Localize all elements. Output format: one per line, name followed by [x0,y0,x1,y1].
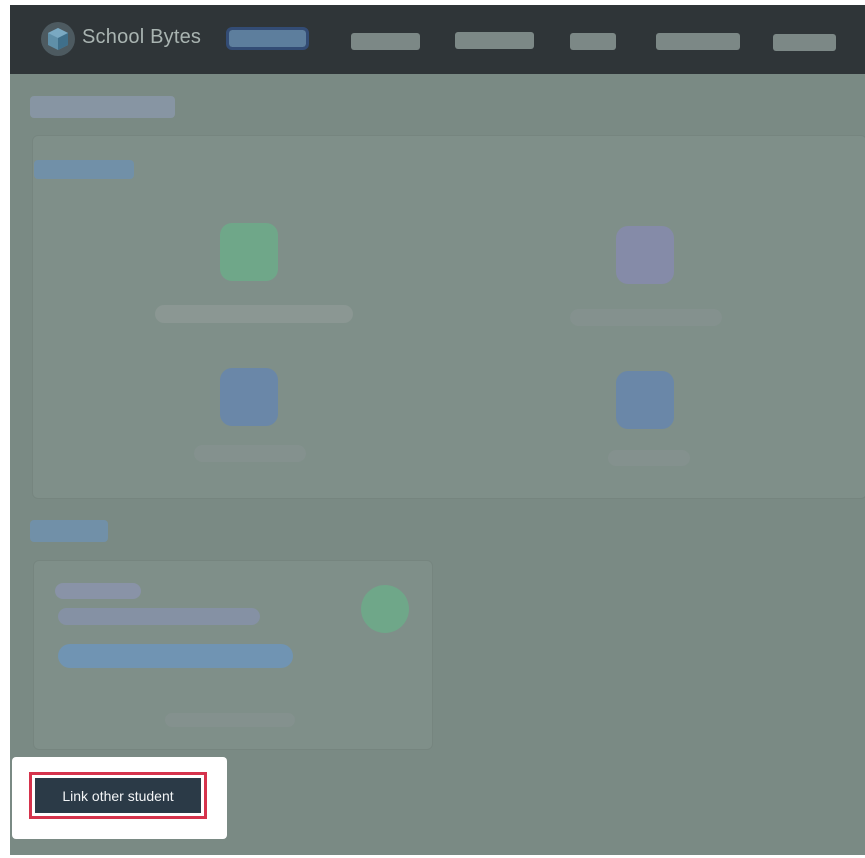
link-student-popup: Link other student [12,757,227,839]
brand-name: School Bytes [82,26,202,48]
nav-item-6[interactable] [773,34,836,51]
app-tile-blue-2[interactable] [616,371,674,429]
student-detail [58,608,260,625]
app-window: School Bytes Link other student [10,5,865,855]
app-tile-purple[interactable] [616,226,674,284]
app-tile-blue-1[interactable] [220,368,278,426]
student-footer-link[interactable] [165,713,295,727]
student-status-dot [361,585,409,633]
student-action-button[interactable] [58,644,293,668]
top-navbar: School Bytes [10,5,865,74]
nav-item-4[interactable] [570,33,616,50]
app-tile-green[interactable] [220,223,278,281]
nav-item-3[interactable] [455,32,534,49]
apps-section-title [34,160,134,179]
link-other-student-button[interactable]: Link other student [29,772,207,819]
nav-item-2[interactable] [351,33,420,50]
app-label-4 [608,450,690,466]
cube-logo-icon [41,22,75,56]
link-other-student-label: Link other student [35,778,201,813]
app-label-1 [155,305,353,323]
students-section-title [30,520,108,542]
student-name [55,583,141,599]
nav-item-5[interactable] [656,33,740,50]
app-label-2 [570,309,722,326]
app-label-3 [194,445,306,462]
page-title [30,96,175,118]
nav-item-active[interactable] [226,27,309,50]
